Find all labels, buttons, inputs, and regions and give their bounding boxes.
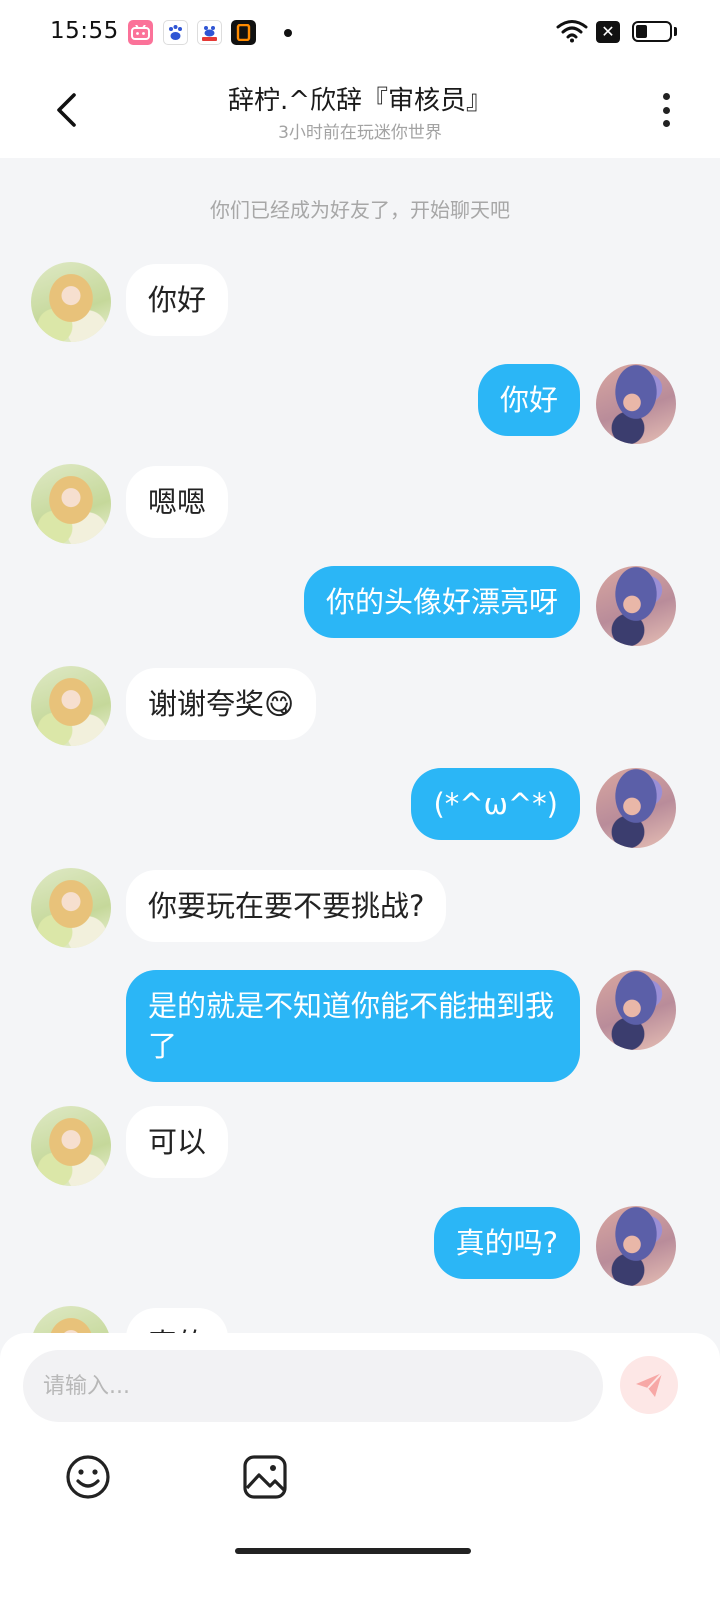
- image-button[interactable]: [241, 1453, 289, 1501]
- message-bubble-sent[interactable]: 真的吗?: [433, 1207, 580, 1279]
- system-message: 你们已经成为好友了，开始聊天吧: [210, 198, 510, 222]
- battery-level: [636, 25, 647, 38]
- message-bubble-sent[interactable]: 是的就是不知道你能不能抽到我了: [126, 970, 580, 1082]
- friend-avatar[interactable]: [31, 464, 111, 544]
- friend-avatar[interactable]: [31, 1106, 111, 1186]
- notification-dot: [284, 29, 292, 37]
- send-button[interactable]: [620, 1356, 678, 1414]
- my-avatar[interactable]: [596, 768, 676, 848]
- message-bubble-received[interactable]: 嗯嗯: [126, 466, 229, 538]
- home-indicator[interactable]: [235, 1548, 471, 1554]
- baidu-tieba-icon: [197, 20, 222, 45]
- more-vertical-icon-dot: [662, 120, 670, 127]
- emoji-button[interactable]: [64, 1453, 112, 1501]
- my-avatar[interactable]: [596, 970, 676, 1050]
- message-bubble-received[interactable]: 谢谢夸奖😋: [126, 668, 317, 740]
- battery-tip: [674, 27, 677, 36]
- emoji-icon: [66, 1455, 110, 1499]
- send-icon: [636, 1372, 663, 1397]
- message-bubble-received[interactable]: 你要玩在要不要挑战?: [126, 870, 447, 942]
- message-bubble-sent[interactable]: 你的头像好漂亮呀: [303, 566, 580, 638]
- bilibili-icon: [128, 20, 153, 45]
- message-input[interactable]: [23, 1350, 603, 1422]
- message-bubble-sent[interactable]: (*^ω^*): [411, 768, 580, 840]
- chat-header: 辞柠.^欣辞『审核员』 3小时前在玩迷你世界: [0, 64, 720, 158]
- composer: [0, 1333, 720, 1600]
- friend-avatar[interactable]: [31, 262, 111, 342]
- chat-subtitle: 3小时前在玩迷你世界: [278, 123, 442, 143]
- more-vertical-icon-dot: [662, 93, 670, 100]
- image-icon: [243, 1455, 287, 1499]
- my-avatar[interactable]: [596, 566, 676, 646]
- friend-avatar[interactable]: [31, 868, 111, 948]
- baidu-icon: [163, 20, 188, 45]
- my-avatar[interactable]: [596, 1206, 676, 1286]
- battery-icon: [632, 21, 672, 42]
- status-time: 15:55: [50, 18, 119, 44]
- message-bubble-sent[interactable]: 你好: [477, 364, 580, 436]
- friend-avatar[interactable]: [31, 666, 111, 746]
- sim-blocked-icon: ✕: [596, 21, 620, 43]
- more-vertical-icon-dot: [662, 106, 670, 114]
- chat-title: 辞柠.^欣辞『审核员』: [227, 86, 493, 116]
- more-button[interactable]: [656, 90, 676, 130]
- status-bar: 15:55 ✕: [0, 0, 720, 64]
- wifi-icon: [556, 19, 588, 47]
- message-bubble-received[interactable]: 可以: [126, 1106, 229, 1178]
- app-icon: [231, 20, 256, 45]
- message-bubble-received[interactable]: 你好: [126, 264, 229, 336]
- my-avatar[interactable]: [596, 364, 676, 444]
